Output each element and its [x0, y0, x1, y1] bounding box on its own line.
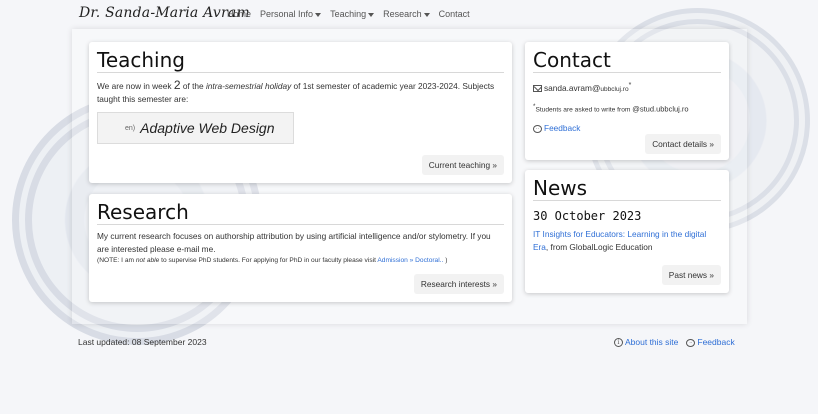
current-teaching-button[interactable]: Current teaching » [421, 155, 504, 175]
last-updated: Last updated: 08 September 2023 [78, 337, 207, 347]
phd-note-start: (NOTE: I am [97, 257, 136, 264]
brand-link[interactable]: Dr. Sanda-Maria Avram [79, 5, 250, 21]
phd-note-mid: to supervise PhD students. For applying … [159, 257, 378, 264]
nav-teaching-label: Teaching [330, 9, 367, 19]
chat-bubble-icon: ·· [686, 338, 696, 347]
nav-teaching[interactable]: Teaching [330, 9, 375, 19]
holiday-label: intra-semestrial holiday [205, 81, 292, 91]
student-note-text: Students are asked to write from [535, 106, 633, 114]
admission-doctoral-link[interactable]: Admission » Doctoral.. [377, 257, 443, 264]
phd-note-end: ) [443, 257, 448, 264]
nav-contact[interactable]: Contact [439, 9, 470, 19]
teaching-intro-mid: of the [180, 81, 206, 91]
research-title: Research [97, 202, 504, 225]
footer-feedback-label: Feedback [697, 337, 735, 347]
email-user: sanda.avram [544, 82, 592, 93]
contact-email: sanda.avram@ubbcluj.ro* [533, 79, 721, 96]
news-item: IT Insights for Educators: Learning in t… [533, 228, 721, 254]
phd-note: (NOTE: I am not able to supervise PhD st… [97, 256, 504, 266]
nav-personal-info[interactable]: Personal Info [260, 9, 322, 19]
envelope-icon [533, 85, 542, 93]
news-card: News 30 October 2023 IT Insights for Edu… [525, 170, 729, 293]
nav-research[interactable]: Research [383, 9, 430, 19]
nav-home[interactable]: Home [227, 9, 251, 19]
subject-name: Adaptive Web Design [140, 120, 275, 136]
contact-feedback-link[interactable]: Feedback [544, 123, 580, 133]
research-card: Research My current research focuses on … [89, 194, 512, 302]
current-week: 2 [173, 78, 181, 92]
past-news-button[interactable]: Past news » [661, 265, 721, 285]
teaching-intro-start: We are now in week [97, 81, 174, 91]
nav-research-label: Research [383, 9, 422, 19]
news-source: , from GlobalLogic Education [545, 242, 653, 252]
about-site-link[interactable]: i About this site [614, 337, 679, 348]
footer-feedback-link[interactable]: ·· Feedback [686, 337, 735, 347]
chevron-down-icon [315, 12, 322, 17]
footer-links: i About this site ·· Feedback [614, 337, 735, 348]
phd-note-emphasis: not able [135, 257, 160, 264]
contact-card: Contact sanda.avram@ubbcluj.ro* *Student… [525, 42, 729, 160]
subject-language: en) [125, 124, 136, 132]
research-text: My current research focuses on authorshi… [97, 231, 491, 254]
research-interests-button[interactable]: Research interests » [413, 274, 504, 294]
about-site-label: About this site [625, 337, 679, 347]
news-title: News [533, 178, 721, 201]
student-email-domain: @stud.ubbcluj.ro [632, 104, 689, 114]
nav-personal-info-label: Personal Info [260, 9, 314, 19]
teaching-card: Teaching We are now in week 2 of the int… [89, 42, 512, 183]
navbar: Dr. Sanda-Maria Avram Home Personal Info… [0, 0, 818, 30]
teaching-title: Teaching [97, 50, 504, 73]
nav-menu: Home Personal Info Teaching Research Con… [227, 9, 470, 19]
chevron-down-icon [368, 12, 375, 17]
chevron-down-icon [423, 12, 430, 17]
email-footnote-mark: * [628, 82, 632, 89]
contact-details-button[interactable]: Contact details » [645, 134, 721, 154]
contact-title: Contact [533, 50, 721, 73]
email-domain: ubbcluj.ro [600, 85, 629, 93]
subject-item[interactable]: en) Adaptive Web Design [97, 112, 294, 144]
info-icon: i [614, 338, 623, 348]
teaching-intro: We are now in week 2 of the intra-semest… [97, 79, 504, 106]
news-date: 30 October 2023 [533, 209, 642, 223]
chat-bubble-icon: ·· [533, 125, 542, 134]
student-email-note: *Students are asked to write from @stud.… [533, 100, 721, 117]
